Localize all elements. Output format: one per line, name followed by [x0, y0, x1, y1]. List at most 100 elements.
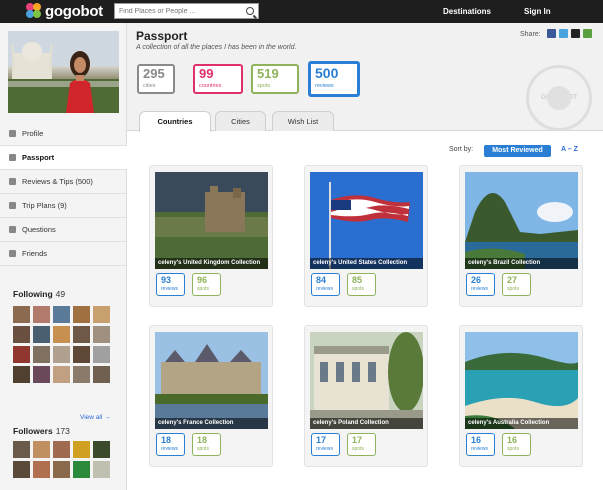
speech-bubble-icon: [9, 226, 16, 233]
stat-spots[interactable]: 519 spots: [251, 64, 299, 94]
following-avatar[interactable]: [93, 366, 110, 383]
share-label: Share:: [520, 31, 541, 38]
following-avatar[interactable]: [13, 366, 30, 383]
following-avatar[interactable]: [53, 366, 70, 383]
sidebar-item-questions[interactable]: Questions: [0, 218, 127, 242]
reviews-count-badge[interactable]: 26 reviews: [466, 273, 495, 296]
sort-az-link[interactable]: A – Z: [561, 146, 578, 153]
stat-countries[interactable]: 99 countries: [193, 64, 243, 94]
following-count: 49: [55, 289, 66, 299]
collection-caption: celeny's United Kingdom Collection: [155, 258, 268, 269]
following-avatar[interactable]: [33, 306, 50, 323]
stat-reviews[interactable]: 500 reviews: [308, 61, 360, 97]
following-avatar[interactable]: [13, 346, 30, 363]
followers-label: Followers: [13, 426, 53, 436]
reviews-label: reviews: [161, 446, 178, 452]
following-avatar[interactable]: [13, 306, 30, 323]
spots-count-badge[interactable]: 96 spots: [192, 273, 221, 296]
reviews-label: reviews: [161, 286, 178, 292]
sort-most-reviewed-button[interactable]: Most Reviewed: [484, 145, 551, 157]
spots-count-badge[interactable]: 16 spots: [502, 433, 531, 456]
reviews-count-badge[interactable]: 84 reviews: [311, 273, 340, 296]
logo-text: gogobot: [45, 2, 103, 20]
gogobot-logo[interactable]: gogobot: [26, 2, 103, 20]
collection-photo[interactable]: celeny's Brazil Collection: [465, 172, 578, 269]
myspace-icon[interactable]: [571, 29, 580, 38]
sidebar-item-profile[interactable]: Profile: [0, 122, 127, 146]
facebook-icon[interactable]: [547, 29, 556, 38]
sidebar-item-passport[interactable]: Passport: [0, 146, 127, 170]
stat-cities[interactable]: 295 cities: [137, 64, 175, 94]
spots-count: 18: [197, 435, 208, 445]
nav-destinations[interactable]: Destinations: [443, 0, 491, 23]
sidebar-item-friends[interactable]: Friends: [0, 242, 127, 266]
follower-avatar[interactable]: [93, 441, 110, 458]
collection-photo[interactable]: celeny's France Collection: [155, 332, 268, 429]
collection-caption: celeny's United States Collection: [310, 258, 423, 269]
tab-cities[interactable]: Cities: [215, 111, 266, 131]
follower-avatar[interactable]: [13, 441, 30, 458]
collection-card[interactable]: celeny's Poland Collection 17 reviews 17…: [304, 325, 428, 467]
reviews-count-badge[interactable]: 93 reviews: [156, 273, 185, 296]
following-avatar[interactable]: [53, 306, 70, 323]
following-avatar[interactable]: [93, 326, 110, 343]
following-avatar[interactable]: [53, 326, 70, 343]
follower-avatar[interactable]: [33, 441, 50, 458]
spots-label: spots: [352, 446, 364, 452]
following-avatar[interactable]: [93, 306, 110, 323]
follower-avatar[interactable]: [33, 461, 50, 478]
following-avatar[interactable]: [73, 326, 90, 343]
sidebar-item-label: Questions: [22, 225, 56, 234]
collection-photo[interactable]: celeny's United Kingdom Collection: [155, 172, 268, 269]
collection-photo[interactable]: celeny's United States Collection: [310, 172, 423, 269]
sidebar-item-label: Passport: [22, 153, 55, 162]
stat-value: 99: [199, 66, 214, 81]
view-all-following-link[interactable]: View all →: [80, 414, 111, 421]
follower-avatar[interactable]: [53, 461, 70, 478]
profile-photo[interactable]: [8, 31, 119, 113]
following-avatar[interactable]: [13, 326, 30, 343]
following-avatar[interactable]: [73, 346, 90, 363]
share-icon[interactable]: [583, 29, 592, 38]
reviews-count-badge[interactable]: 17 reviews: [311, 433, 340, 456]
sidebar-item-trip-plans[interactable]: Trip Plans (9): [0, 194, 127, 218]
collection-card[interactable]: celeny's Brazil Collection 26 reviews 27…: [459, 165, 583, 307]
collection-caption: celeny's Australia Collection: [465, 418, 578, 429]
following-avatar[interactable]: [53, 346, 70, 363]
follower-avatar[interactable]: [73, 441, 90, 458]
reviews-count-badge[interactable]: 16 reviews: [466, 433, 495, 456]
follower-avatar[interactable]: [53, 441, 70, 458]
collection-photo[interactable]: celeny's Poland Collection: [310, 332, 423, 429]
following-avatar[interactable]: [33, 326, 50, 343]
tab-wish-list[interactable]: Wish List: [272, 111, 334, 131]
collection-card[interactable]: celeny's France Collection 18 reviews 18…: [149, 325, 273, 467]
follower-avatar[interactable]: [93, 461, 110, 478]
spots-label: spots: [197, 446, 209, 452]
following-avatar[interactable]: [73, 366, 90, 383]
sidebar-item-reviews[interactable]: Reviews & Tips (500): [0, 170, 127, 194]
following-heading: Following 49: [13, 289, 65, 299]
twitter-icon[interactable]: [559, 29, 568, 38]
reviews-count-badge[interactable]: 18 reviews: [156, 433, 185, 456]
following-avatar[interactable]: [73, 306, 90, 323]
spots-count-badge[interactable]: 27 spots: [502, 273, 531, 296]
person-icon: [9, 130, 16, 137]
search-input[interactable]: [115, 4, 240, 18]
spots-count-badge[interactable]: 18 spots: [192, 433, 221, 456]
follower-avatar[interactable]: [73, 461, 90, 478]
passport-stamp-logo: GOGOBOT: [526, 65, 592, 131]
nav-sign-in[interactable]: Sign In: [524, 0, 551, 23]
following-avatar[interactable]: [93, 346, 110, 363]
collection-card[interactable]: celeny's United Kingdom Collection 93 re…: [149, 165, 273, 307]
following-avatar[interactable]: [33, 366, 50, 383]
search-icon[interactable]: [246, 7, 254, 15]
spots-count-badge[interactable]: 85 spots: [347, 273, 376, 296]
sidebar-item-label: Profile: [22, 129, 44, 138]
follower-avatar[interactable]: [13, 461, 30, 478]
spots-count-badge[interactable]: 17 spots: [347, 433, 376, 456]
tab-countries[interactable]: Countries: [139, 111, 211, 132]
collection-card[interactable]: celeny's United States Collection 84 rev…: [304, 165, 428, 307]
collection-card[interactable]: celeny's Australia Collection 16 reviews…: [459, 325, 583, 467]
collection-photo[interactable]: celeny's Australia Collection: [465, 332, 578, 429]
following-avatar[interactable]: [33, 346, 50, 363]
